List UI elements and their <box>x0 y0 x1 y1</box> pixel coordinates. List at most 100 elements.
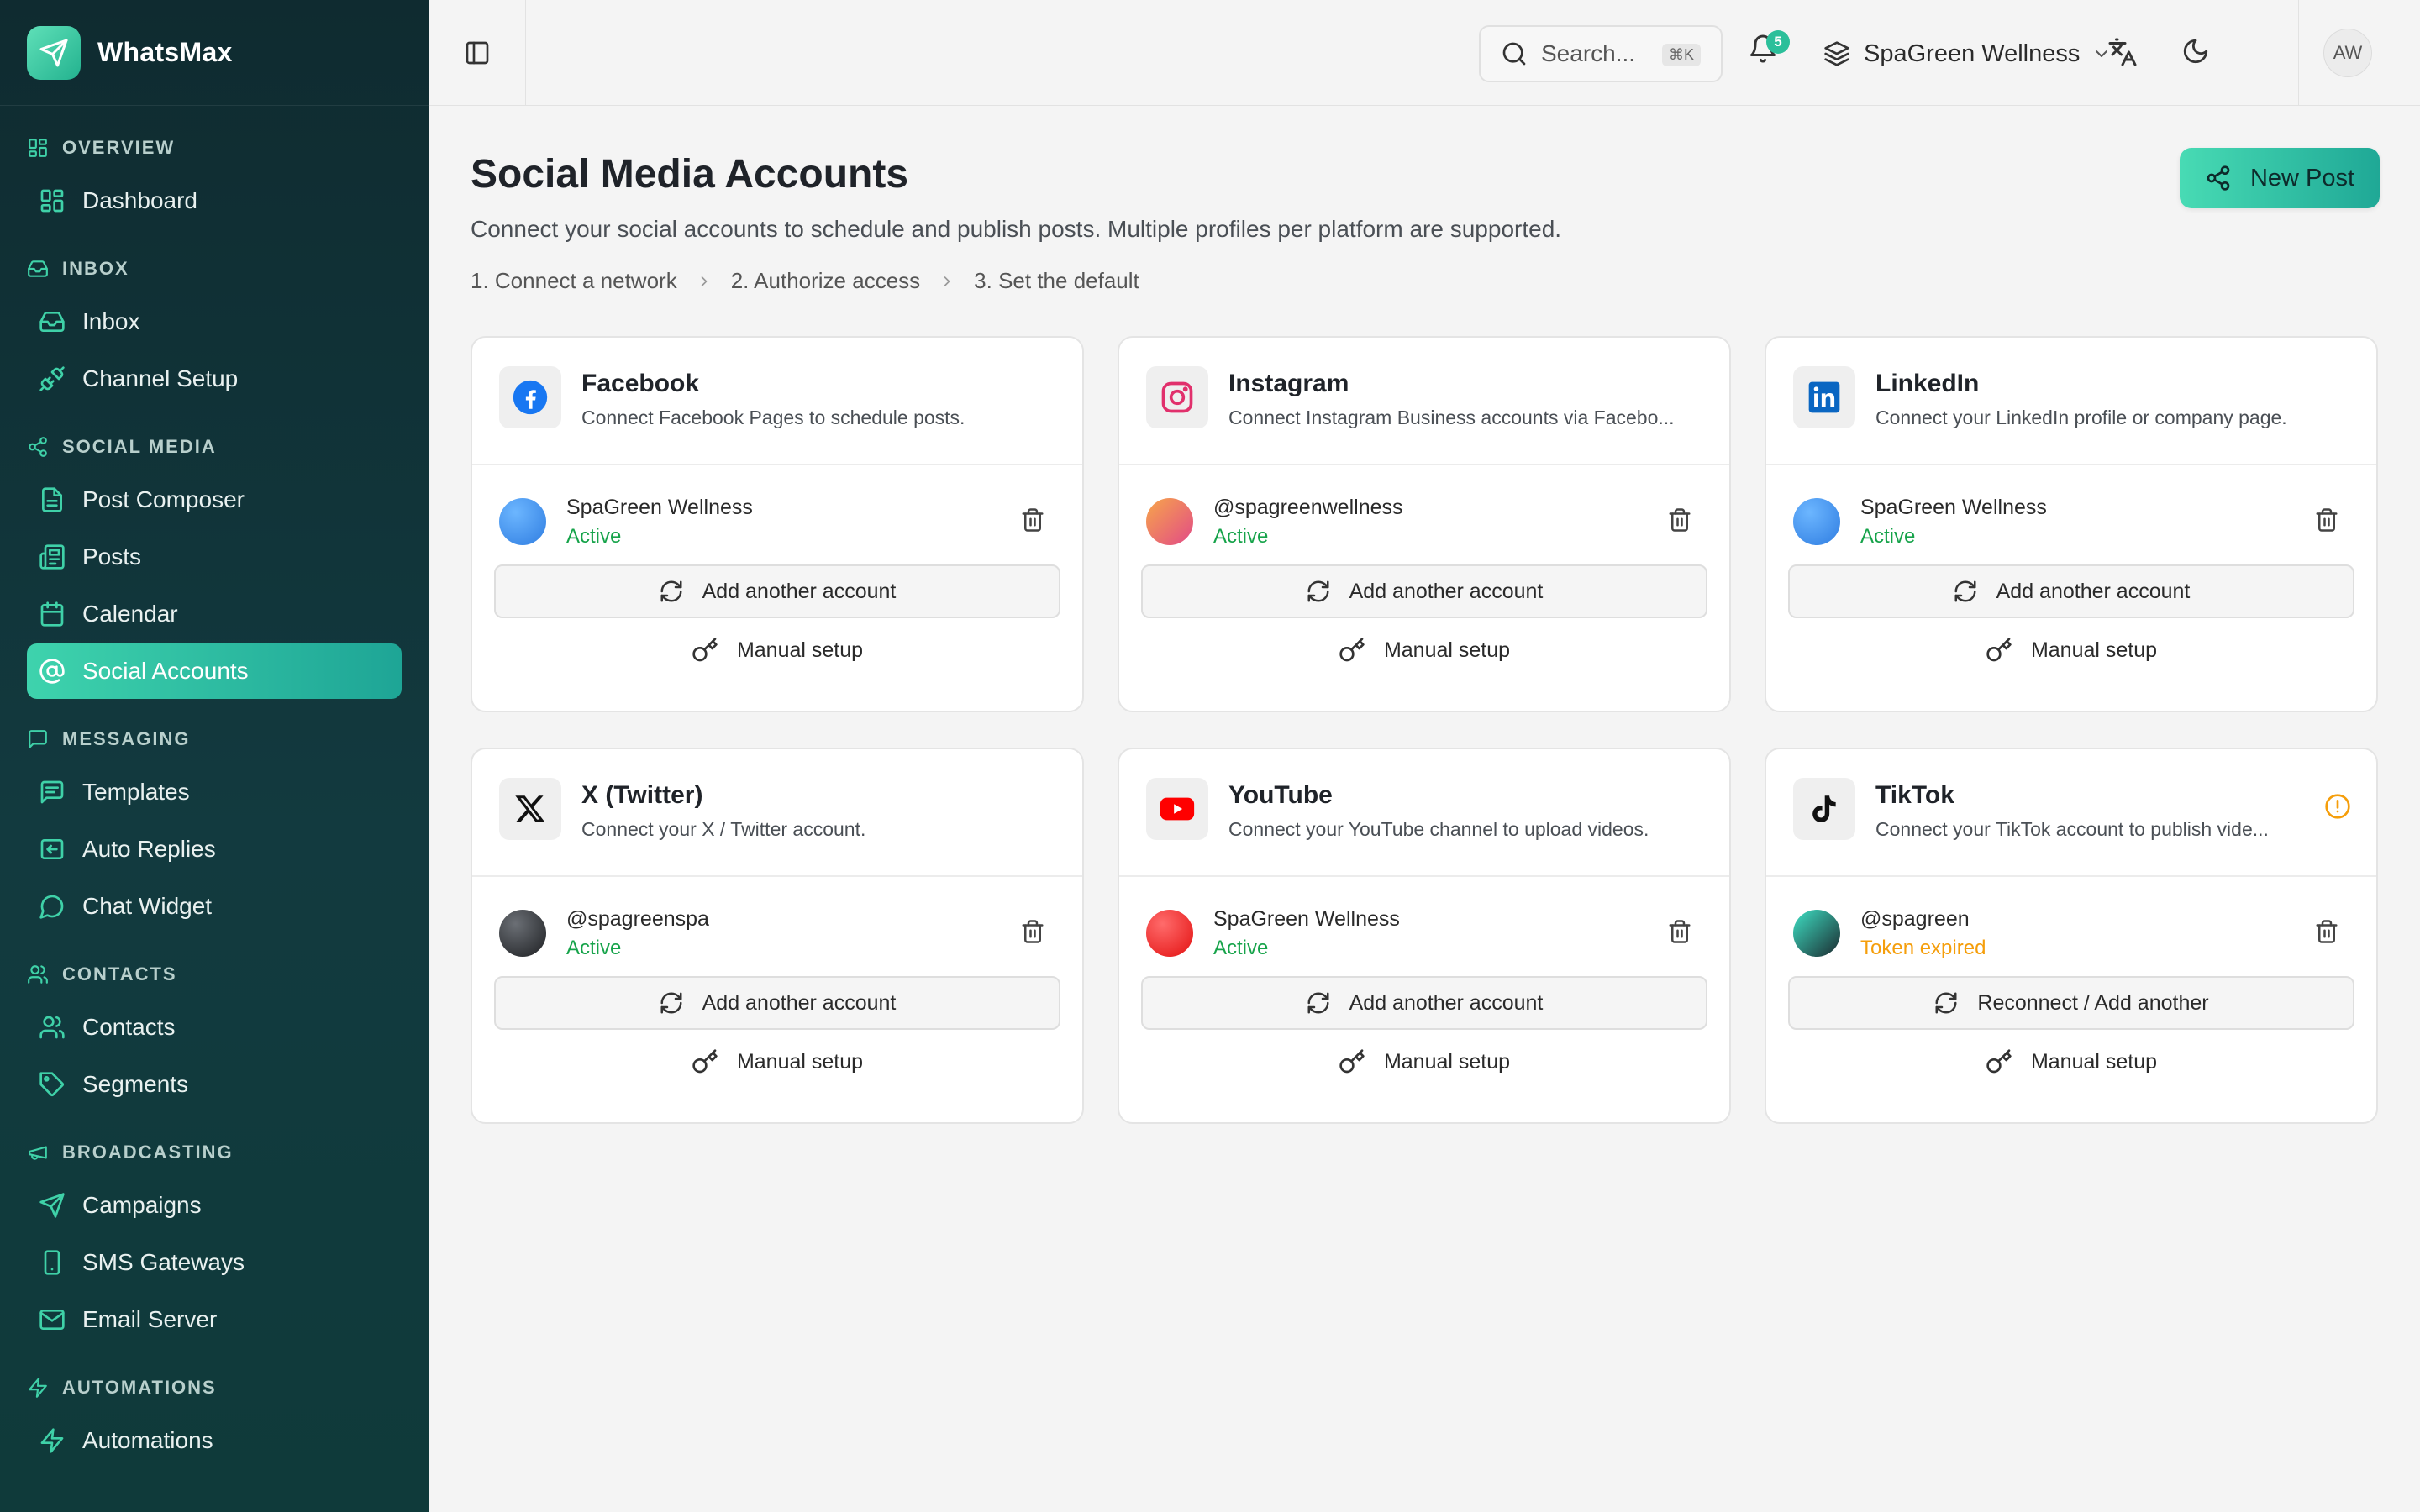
remove-account-button[interactable] <box>1020 919 1045 948</box>
card-header: X (Twitter) Connect your X / Twitter acc… <box>472 749 1082 877</box>
instagram-icon <box>1161 381 1193 413</box>
platform-description: Connect your X / Twitter account. <box>581 818 866 840</box>
platform-card-instagram: Instagram Connect Instagram Business acc… <box>1118 336 1731 712</box>
file-icon <box>42 487 62 512</box>
sidebar-item-post-composer[interactable]: Post Composer <box>27 472 402 528</box>
sidebar-item-email-server[interactable]: Email Server <box>27 1292 402 1347</box>
brand[interactable]: WhatsMax <box>0 0 429 106</box>
manual-setup-link[interactable]: Manual setup <box>1766 1048 2376 1075</box>
platform-description: Connect your YouTube channel to upload v… <box>1228 818 1649 840</box>
sidebar-toggle-button[interactable] <box>429 0 526 106</box>
sidebar-item-templates[interactable]: Templates <box>27 764 402 820</box>
sidebar-item-label: Calendar <box>82 601 178 627</box>
section-label: BROADCASTING <box>62 1142 234 1163</box>
sidebar-item-label: Channel Setup <box>82 365 239 391</box>
sidebar-item-contacts[interactable]: Contacts <box>27 1000 402 1055</box>
sidebar-item-automations[interactable]: Automations <box>27 1413 402 1468</box>
inbox-icon <box>28 260 48 277</box>
sidebar-item-label: Inbox <box>82 308 140 334</box>
remove-account-button[interactable] <box>1667 919 1692 948</box>
platform-name: Facebook <box>581 370 700 397</box>
platform-name: Instagram <box>1228 370 1349 397</box>
sidebar-item-auto-replies[interactable]: Auto Replies <box>27 822 402 877</box>
manual-setup-link[interactable]: Manual setup <box>472 1048 1082 1075</box>
manual-setup-link[interactable]: Manual setup <box>1119 1048 1729 1075</box>
manual-setup-label: Manual setup <box>1383 1049 1511 1074</box>
avatar[interactable]: AW <box>2323 29 2372 77</box>
sidebar-item-segments[interactable]: Segments <box>27 1057 402 1112</box>
sidebar-item-channel-setup[interactable]: Channel Setup <box>27 351 402 407</box>
account-name: SpaGreen Wellness <box>1860 495 2047 519</box>
remove-account-button[interactable] <box>2314 507 2339 537</box>
dashboard-icon <box>40 189 64 213</box>
new-post-button[interactable]: New Post <box>2180 148 2380 208</box>
platform-card-facebook: Facebook Connect Facebook Pages to sched… <box>471 336 1084 712</box>
refresh-icon <box>1935 992 1957 1014</box>
add-account-button[interactable]: Add another account <box>494 976 1060 1030</box>
add-account-label: Add another account <box>1996 579 2191 603</box>
chat-icon <box>39 895 64 919</box>
sidebar-item-posts[interactable]: Posts <box>27 529 402 585</box>
section-label: CONTACTS <box>62 963 177 984</box>
account-avatar <box>1146 910 1193 957</box>
manual-setup-link[interactable]: Manual setup <box>472 637 1082 664</box>
account-avatar <box>1793 910 1840 957</box>
sidebar-item-label: Email Server <box>82 1306 218 1332</box>
translate-icon <box>2108 38 2137 66</box>
search-input[interactable]: Search... ⌘K <box>1479 25 1723 82</box>
step-1: 1. Connect a network <box>471 268 677 293</box>
remove-account-button[interactable] <box>1020 507 1045 537</box>
sidebar-item-campaigns[interactable]: Campaigns <box>27 1178 402 1233</box>
platform-grid: Facebook Connect Facebook Pages to sched… <box>471 336 2380 1124</box>
platform-icon <box>1146 778 1208 840</box>
sidebar-item-sms-gateways[interactable]: SMS Gateways <box>27 1235 402 1290</box>
add-account-button[interactable]: Add another account <box>1788 564 2354 618</box>
sidebar-item-calendar[interactable]: Calendar <box>27 586 402 642</box>
manual-setup-link[interactable]: Manual setup <box>1766 637 2376 664</box>
add-account-button[interactable]: Add another account <box>494 564 1060 618</box>
facebook-icon <box>513 380 548 415</box>
youtube-icon <box>1160 797 1195 821</box>
account-status: Active <box>1213 936 1269 959</box>
steps-breadcrumb: 1. Connect a network 2. Authorize access… <box>471 268 2380 294</box>
account-status: Active <box>566 936 622 959</box>
add-account-label: Reconnect / Add another <box>1977 990 2209 1015</box>
translate-button[interactable] <box>2107 37 2138 71</box>
platform-card-x-twitter: X (Twitter) Connect your X / Twitter acc… <box>471 748 1084 1124</box>
refresh-icon <box>1307 580 1329 602</box>
share-icon <box>2207 165 2230 191</box>
account-status: Active <box>1213 524 1269 548</box>
chevron-right-icon <box>701 276 708 286</box>
platform-description: Connect your TikTok account to publish v… <box>1876 818 2269 840</box>
remove-account-button[interactable] <box>1667 507 1692 537</box>
platform-icon <box>499 366 561 428</box>
key-icon <box>692 638 718 662</box>
account-avatar <box>499 910 546 957</box>
add-account-button[interactable]: Add another account <box>1141 976 1707 1030</box>
search-placeholder: Search... <box>1541 40 1636 66</box>
add-account-button[interactable]: Reconnect / Add another <box>1788 976 2354 1030</box>
trash-icon <box>2316 508 2338 532</box>
sidebar-item-inbox[interactable]: Inbox <box>27 294 402 349</box>
workspace-switcher[interactable]: SpaGreen Wellness <box>1823 34 2112 74</box>
add-account-button[interactable]: Add another account <box>1141 564 1707 618</box>
platform-description: Connect your LinkedIn profile or company… <box>1876 407 2287 428</box>
sidebar-item-label: Posts <box>82 543 142 570</box>
account-name: SpaGreen Wellness <box>1213 906 1400 931</box>
sidebar-item-label: Segments <box>82 1071 189 1097</box>
page-title: Social Media Accounts <box>471 152 909 197</box>
manual-setup-label: Manual setup <box>736 638 864 662</box>
sidebar-item-social-accounts[interactable]: Social Accounts <box>27 643 402 699</box>
refresh-icon <box>1307 992 1329 1014</box>
megaphone-icon <box>29 1146 47 1160</box>
main-content: Social Media Accounts Connect your socia… <box>471 106 2380 1124</box>
card-header: YouTube Connect your YouTube channel to … <box>1119 749 1729 877</box>
sidebar-item-dashboard[interactable]: Dashboard <box>27 173 402 228</box>
key-icon <box>1986 1049 2012 1074</box>
trash-icon <box>2316 920 2338 943</box>
theme-toggle-button[interactable] <box>2181 37 2210 70</box>
section-label: INBOX <box>62 258 129 279</box>
sidebar-item-chat-widget[interactable]: Chat Widget <box>27 879 402 934</box>
manual-setup-link[interactable]: Manual setup <box>1119 637 1729 664</box>
remove-account-button[interactable] <box>2314 919 2339 948</box>
